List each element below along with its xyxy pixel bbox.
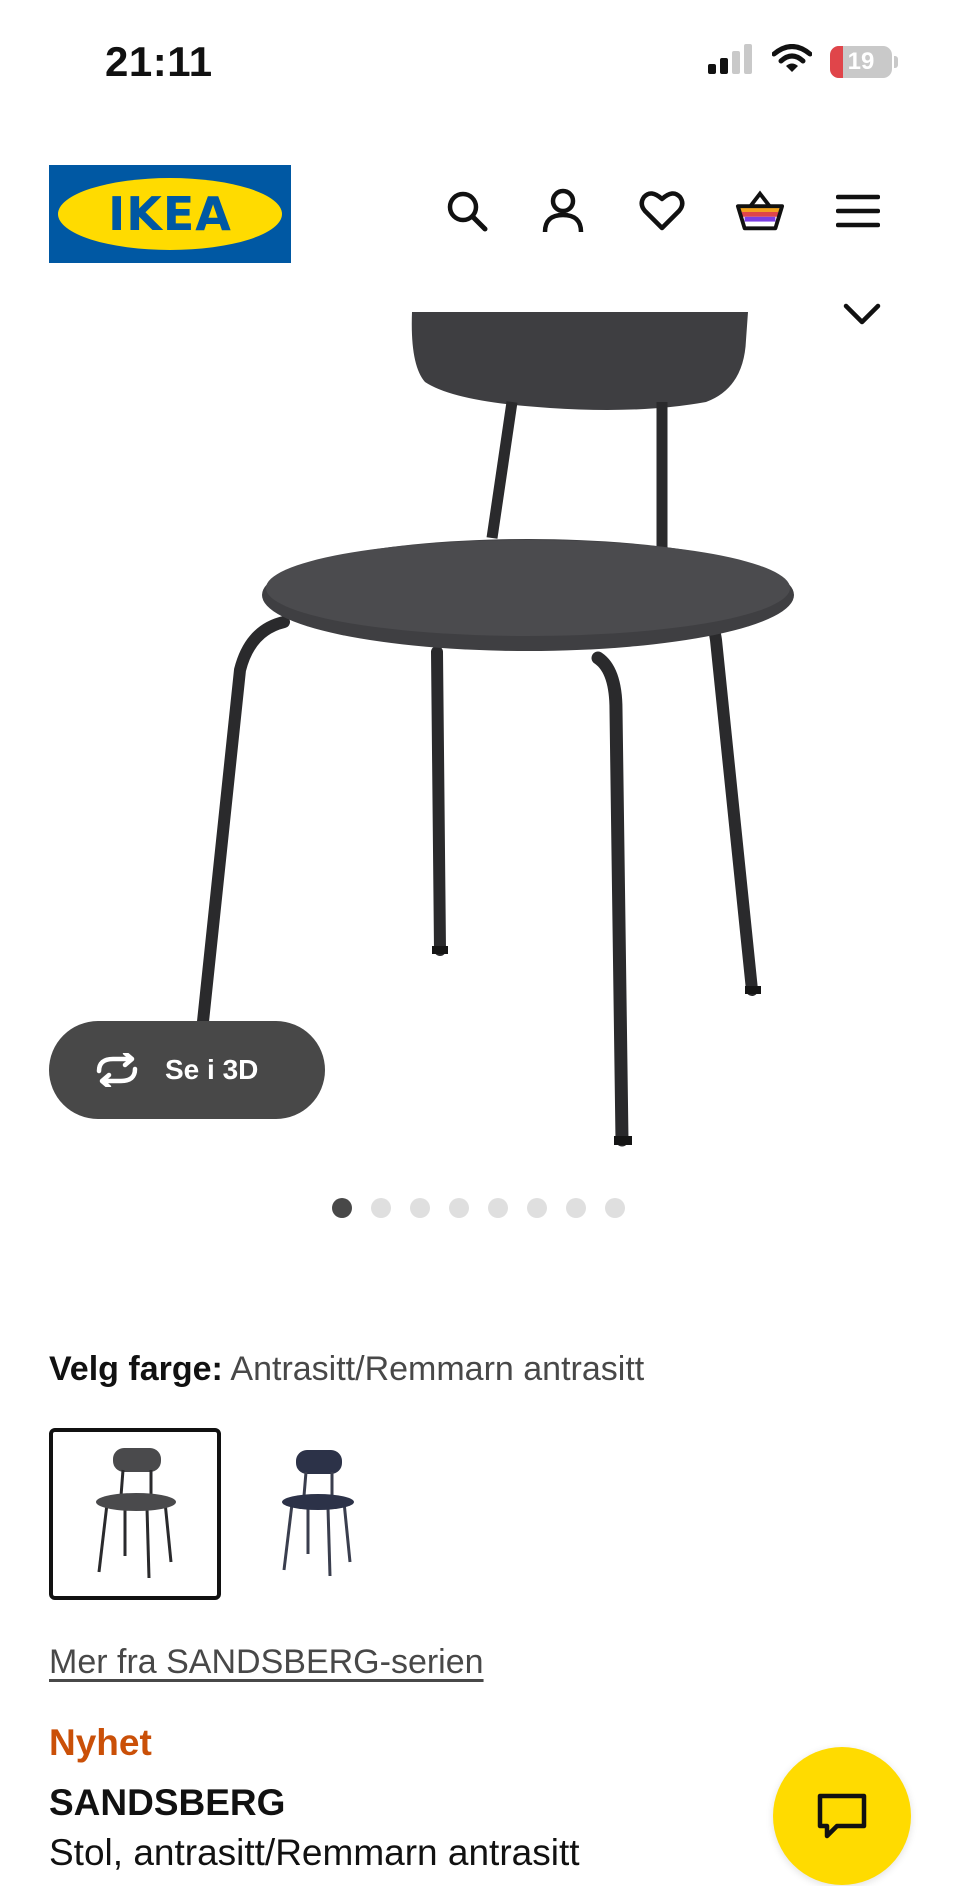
battery-icon: 19 [830, 45, 898, 78]
color-selection: Velg farge: Antrasitt/Remmarn antrasitt [49, 1350, 644, 1389]
logo-text: IKEA [108, 187, 232, 241]
search-icon[interactable] [442, 186, 492, 236]
product-description: Stol, antrasitt/Remmarn antrasitt [49, 1832, 580, 1873]
chevron-down-icon[interactable] [842, 300, 882, 330]
pagination-dot[interactable] [488, 1198, 508, 1218]
pagination-dot[interactable] [527, 1198, 547, 1218]
chair-thumbnail [96, 1448, 176, 1579]
ikea-logo[interactable]: IKEA [49, 165, 291, 263]
chat-icon [817, 1793, 867, 1839]
wifi-icon [771, 44, 813, 79]
color-value: Antrasitt/Remmarn antrasitt [230, 1350, 645, 1388]
account-icon[interactable] [538, 186, 588, 236]
pagination-dot[interactable] [449, 1198, 469, 1218]
battery-indicator: 19 [830, 45, 892, 78]
view-in-3d-button[interactable]: Se i 3D [49, 1021, 325, 1119]
menu-icon[interactable] [833, 186, 883, 236]
basket-icon[interactable] [735, 186, 785, 236]
blue-chair-swatch[interactable] [230, 1428, 402, 1600]
battery-level: 19 [847, 47, 875, 75]
chair-thumbnail [282, 1450, 354, 1577]
color-label: Velg farge: [49, 1350, 223, 1388]
product-page: 21:11 19 IKEA Se i 3D Velg farge: Antras… [0, 0, 960, 1886]
pagination-dot[interactable] [371, 1198, 391, 1218]
view-in-3d-label: Se i 3D [165, 1054, 259, 1085]
pagination-dot[interactable] [605, 1198, 625, 1218]
status-time: 21:11 [105, 38, 213, 85]
heart-icon[interactable] [637, 186, 687, 236]
image-pagination [332, 1198, 625, 1218]
pagination-dot[interactable] [332, 1198, 352, 1218]
product-name: SANDSBERG [49, 1782, 286, 1823]
new-badge: Nyhet [49, 1722, 152, 1763]
status-icons: 19 [708, 44, 898, 79]
pagination-dot[interactable] [566, 1198, 586, 1218]
signal-icon [708, 44, 754, 79]
anthracite-chair-swatch[interactable] [49, 1428, 221, 1600]
rotate-3d-icon [96, 1053, 138, 1087]
series-link[interactable]: Mer fra SANDSBERG-serien [49, 1643, 484, 1682]
chat-button[interactable] [773, 1747, 911, 1885]
pagination-dot[interactable] [410, 1198, 430, 1218]
